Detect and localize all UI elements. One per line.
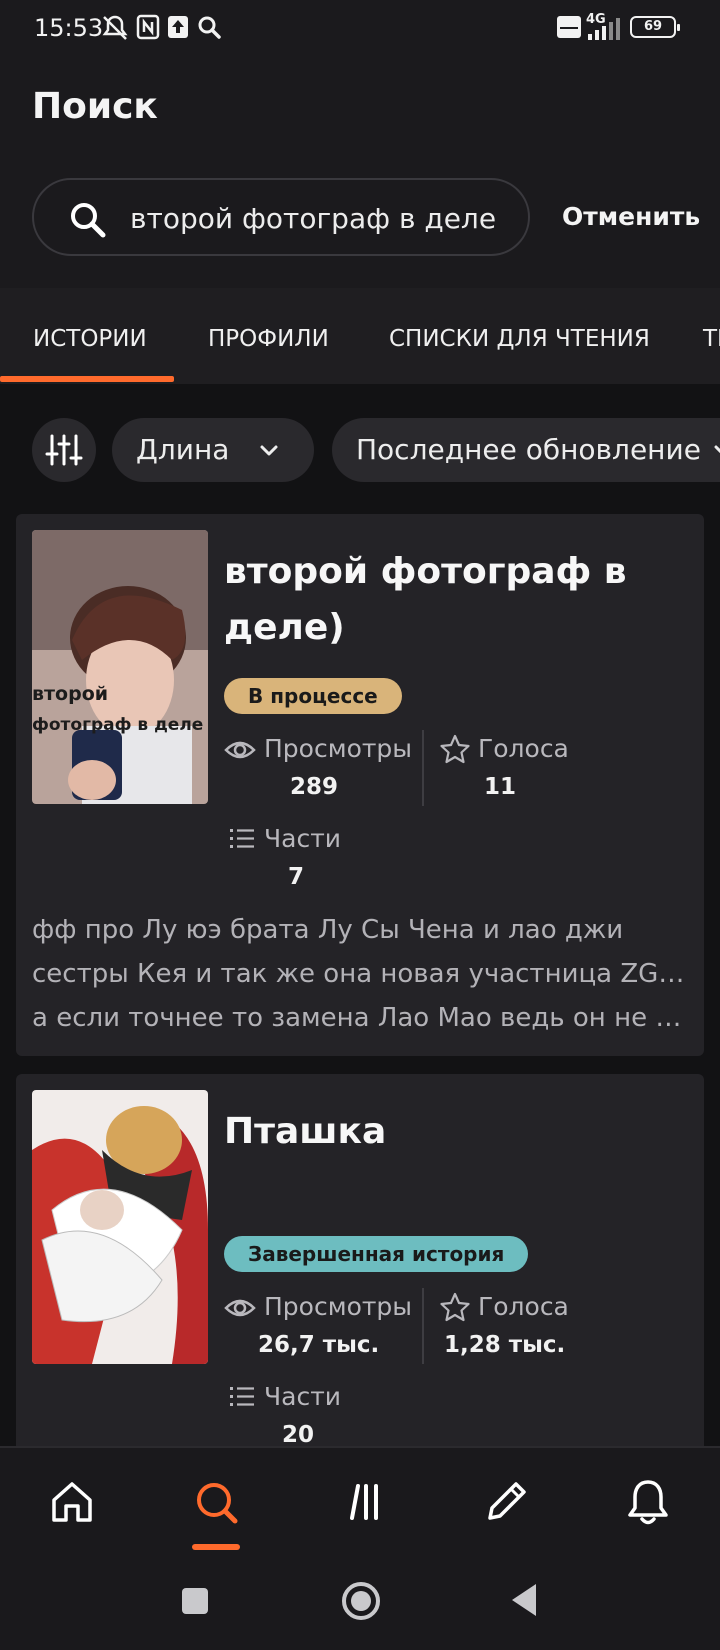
active-tab-indicator	[0, 376, 174, 382]
votes-label: Голоса	[478, 734, 569, 763]
page-title: Поиск	[32, 86, 158, 127]
description-line: сестры Кея и так же она новая участница …	[32, 959, 692, 989]
home-icon	[52, 1482, 92, 1522]
nav-home[interactable]	[44, 1474, 100, 1530]
filter-bar: Длина Последнее обновление	[0, 384, 720, 514]
nav-write[interactable]	[478, 1474, 534, 1530]
nav-search[interactable]	[188, 1474, 244, 1530]
chevron-down-icon	[714, 445, 720, 454]
filter-settings-button[interactable]	[32, 418, 96, 482]
system-navigation	[0, 1554, 720, 1650]
story-description[interactable]: фф про Лу юэ брата Лу Сы Чена и лао джи …	[32, 908, 692, 1040]
battery-indicator: 69	[630, 16, 680, 38]
nav-library[interactable]	[334, 1474, 390, 1530]
views-stat: Просмотры 26,7 тыс.	[224, 1292, 414, 1372]
cover-image	[32, 1090, 208, 1364]
views-label: Просмотры	[264, 1292, 413, 1321]
list-icon	[230, 1387, 254, 1406]
parts-label: Части	[264, 1382, 342, 1411]
signal-icon	[588, 18, 620, 40]
search-status-icon	[198, 16, 221, 39]
result-tabs: ИСТОРИИ ПРОФИЛИ СПИСКИ ДЛЯ ЧТЕНИЯ ТЕГИ	[0, 288, 720, 384]
volte-icon	[557, 16, 581, 38]
updated-filter-label: Последнее обновление	[356, 433, 701, 466]
status-badge: Завершенная история	[224, 1236, 529, 1272]
back-icon[interactable]	[508, 1582, 542, 1618]
search-header: Поиск второй фотограф в деле Отменить	[0, 56, 720, 288]
cover-text-line: фотограф в деле	[32, 715, 203, 735]
active-nav-indicator	[192, 1544, 240, 1550]
parts-count: 20	[282, 1422, 315, 1448]
story-cover[interactable]	[32, 1090, 208, 1364]
status-time: 15:53	[34, 14, 104, 42]
votes-label: Голоса	[478, 1292, 569, 1321]
bell-icon	[628, 1480, 668, 1525]
bottom-navigation	[0, 1446, 720, 1554]
tab-tags[interactable]: ТЕГИ	[703, 326, 720, 352]
views-label: Просмотры	[264, 734, 413, 763]
parts-count: 7	[288, 864, 305, 890]
status-bar: 15:53 4G 69	[0, 0, 720, 56]
length-filter-chip[interactable]: Длина	[112, 418, 314, 482]
mute-icon	[102, 15, 128, 40]
recents-icon[interactable]	[180, 1586, 210, 1616]
tab-stories[interactable]: ИСТОРИИ	[33, 326, 147, 352]
length-filter-label: Длина	[136, 433, 230, 466]
search-input[interactable]: второй фотограф в деле	[32, 178, 530, 256]
story-title[interactable]: Пташка	[224, 1104, 674, 1160]
search-icon	[197, 1483, 238, 1524]
search-icon	[71, 203, 106, 238]
tab-profiles[interactable]: ПРОФИЛИ	[208, 326, 329, 352]
list-icon	[230, 829, 254, 848]
status-badge: В процессе	[224, 678, 402, 714]
parts-label: Части	[264, 824, 342, 853]
eye-icon	[224, 741, 256, 759]
parts-stat: Части 7	[228, 824, 418, 904]
story-title[interactable]: второй фотограф в деле)	[224, 544, 674, 656]
star-icon	[440, 734, 470, 764]
votes-stat: Голоса 11	[440, 734, 640, 814]
description-line: а если точнее то замена Лао Мао ведь он …	[32, 1003, 682, 1033]
nav-notifications[interactable]	[620, 1474, 676, 1530]
eye-icon	[224, 1299, 256, 1317]
story-cover[interactable]: второй фотограф в деле	[32, 530, 208, 804]
star-icon	[440, 1292, 470, 1322]
sliders-icon	[45, 434, 83, 466]
views-stat: Просмотры 289	[224, 734, 414, 814]
library-icon	[350, 1484, 378, 1520]
description-line: фф про Лу юэ брата Лу Сы Чена и лао джи	[32, 915, 624, 945]
nfc-icon	[136, 14, 160, 40]
votes-stat: Голоса 1,28 тыс.	[440, 1292, 660, 1372]
votes-count: 1,28 тыс.	[444, 1332, 566, 1358]
story-card[interactable]: второй фотограф в деле второй фотограф в…	[16, 514, 704, 1056]
views-count: 26,7 тыс.	[258, 1332, 380, 1358]
views-count: 289	[290, 774, 339, 800]
search-query[interactable]: второй фотограф в деле	[130, 202, 496, 235]
cover-image: второй фотограф в деле	[32, 530, 208, 804]
story-card[interactable]: Пташка Завершенная история Просмотры 26,…	[16, 1074, 704, 1454]
updated-filter-chip[interactable]: Последнее обновление	[332, 418, 720, 482]
pencil-icon	[488, 1482, 526, 1520]
chevron-down-icon	[260, 445, 278, 456]
parts-stat: Части 20	[228, 1382, 418, 1454]
stat-divider	[422, 1288, 424, 1364]
tab-reading-lists[interactable]: СПИСКИ ДЛЯ ЧТЕНИЯ	[389, 326, 650, 352]
stat-divider	[422, 730, 424, 806]
cancel-button[interactable]: Отменить	[562, 202, 700, 231]
cover-text-line: второй	[32, 683, 108, 705]
home-button-icon[interactable]	[340, 1580, 382, 1622]
upload-icon	[168, 16, 188, 38]
votes-count: 11	[484, 774, 517, 800]
